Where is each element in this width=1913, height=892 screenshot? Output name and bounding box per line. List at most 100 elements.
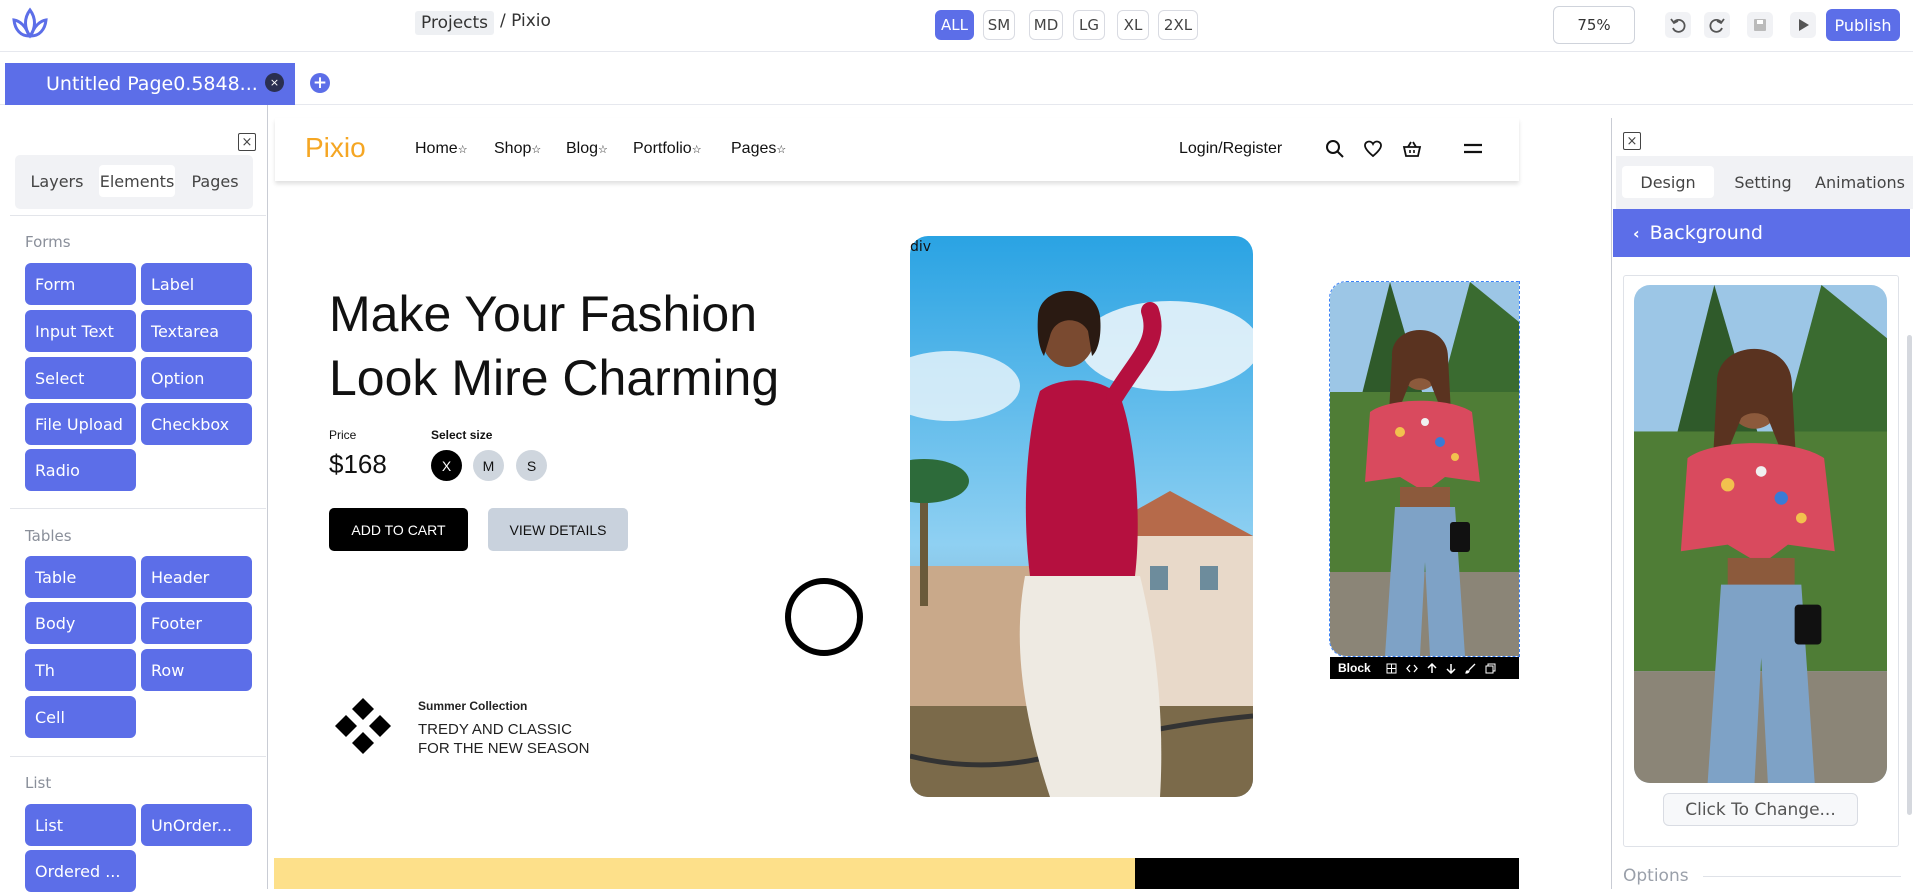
breakpoint-xl-button[interactable]: XL (1117, 10, 1149, 40)
breakpoint-all-button[interactable]: ALL (935, 10, 974, 40)
breakpoint-sm-button[interactable]: SM (983, 10, 1015, 40)
nav-blog[interactable]: Blog☆ (566, 140, 608, 158)
element-option-button[interactable]: Option (141, 357, 252, 399)
section-title-forms: Forms (25, 233, 71, 251)
element-header-button[interactable]: Header (141, 556, 252, 598)
close-panel-icon[interactable]: × (238, 133, 256, 151)
options-divider (1703, 876, 1901, 877)
star-icon: ☆ (457, 144, 468, 156)
background-section-header[interactable]: ‹ Background (1613, 209, 1910, 257)
element-unordered-list-button[interactable]: UnOrder... (141, 804, 252, 846)
preview-button[interactable] (1790, 12, 1816, 38)
divider (10, 215, 266, 216)
breakpoint-lg-button[interactable]: LG (1073, 10, 1105, 40)
element-checkbox-button[interactable]: Checkbox (141, 403, 252, 445)
left-panel-tabs: Layers Elements Pages (15, 155, 253, 209)
brush-icon[interactable] (1465, 663, 1476, 674)
secondary-image[interactable] (1329, 281, 1520, 657)
lotus-logo-icon[interactable] (8, 6, 52, 42)
breakpoint-md-button[interactable]: MD (1029, 10, 1063, 40)
top-toolbar: Projects / Pixio ALL SM MD LG XL 2XL 75%… (0, 0, 1913, 52)
arrow-up-icon[interactable] (1427, 662, 1437, 674)
save-button[interactable] (1747, 12, 1773, 38)
breadcrumb-separator: / (500, 11, 506, 31)
nav-portfolio[interactable]: Portfolio☆ (633, 140, 702, 158)
size-x-option[interactable]: X (431, 450, 462, 481)
grid-icon[interactable] (1386, 663, 1397, 674)
code-icon[interactable] (1405, 663, 1418, 674)
tab-design[interactable]: Design (1622, 166, 1714, 198)
circle-decoration (785, 578, 863, 656)
copy-icon[interactable] (1485, 663, 1496, 674)
arrow-down-icon[interactable] (1446, 663, 1456, 674)
nav-pages-label: Pages (731, 140, 777, 157)
element-textarea-button[interactable]: Textarea (141, 310, 252, 352)
element-input-text-button[interactable]: Input Text (25, 310, 136, 352)
collection-subtitle: TREDY AND CLASSIC FOR THE NEW SEASON (418, 720, 589, 758)
collection-line-2: FOR THE NEW SEASON (418, 740, 590, 757)
star-icon: ☆ (776, 144, 787, 156)
chevron-left-icon[interactable]: ‹ (1633, 224, 1640, 243)
options-label: Options (1623, 866, 1689, 886)
page-tab-label: Untitled Page0.5848... (46, 73, 258, 95)
basket-icon[interactable] (1402, 139, 1422, 159)
search-icon[interactable] (1325, 139, 1345, 159)
undo-icon (1670, 18, 1686, 33)
section-title-tables: Tables (25, 527, 72, 545)
tab-animations[interactable]: Animations (1810, 166, 1910, 198)
price-label: Price (329, 428, 357, 442)
hero-image[interactable] (910, 236, 1253, 797)
tab-setting[interactable]: Setting (1724, 166, 1802, 198)
element-table-button[interactable]: Table (25, 556, 136, 598)
size-s-option[interactable]: S (516, 450, 547, 481)
element-footer-button[interactable]: Footer (141, 602, 252, 644)
size-m-option[interactable]: M (473, 450, 504, 481)
nav-shop[interactable]: Shop☆ (494, 140, 541, 158)
undo-button[interactable] (1665, 12, 1691, 38)
nav-blog-label: Blog (566, 140, 599, 157)
close-style-panel-icon[interactable]: × (1623, 132, 1641, 150)
site-logo[interactable]: Pixio (305, 132, 366, 164)
zoom-input[interactable]: 75% (1553, 6, 1635, 44)
element-select-button[interactable]: Select (25, 357, 136, 399)
element-ordered-list-button[interactable]: Ordered ... (25, 850, 136, 892)
tab-layers[interactable]: Layers (25, 165, 89, 197)
view-details-button[interactable]: VIEW DETAILS (488, 508, 628, 551)
breadcrumb-current-label: Pixio (511, 11, 551, 31)
element-label-button[interactable]: Label (141, 263, 252, 305)
breakpoint-2xl-button[interactable]: 2XL (1158, 10, 1198, 40)
right-panel-scrollbar[interactable] (1907, 335, 1912, 815)
girl-floral-top-image (1330, 282, 1519, 656)
redo-button[interactable] (1704, 12, 1730, 38)
element-row-button[interactable]: Row (141, 649, 252, 691)
add-to-cart-button[interactable]: ADD TO CART (329, 508, 468, 551)
background-preview-photo (1634, 285, 1887, 783)
change-background-button[interactable]: Click To Change... (1663, 793, 1858, 826)
star-icon: ☆ (531, 144, 542, 156)
redo-icon (1709, 18, 1725, 33)
play-icon (1799, 19, 1809, 31)
nav-home[interactable]: Home☆ (415, 140, 468, 158)
element-body-button[interactable]: Body (25, 602, 136, 644)
element-cell-button[interactable]: Cell (25, 696, 136, 738)
heart-icon[interactable] (1363, 139, 1383, 159)
nav-pages[interactable]: Pages☆ (731, 140, 786, 158)
menu-icon[interactable] (1462, 140, 1484, 158)
publish-button[interactable]: Publish (1826, 9, 1900, 41)
login-register-link[interactable]: Login/Register (1179, 140, 1282, 158)
yellow-banner-section (274, 858, 1135, 889)
tab-elements[interactable]: Elements (99, 165, 175, 197)
element-file-upload-button[interactable]: File Upload (25, 403, 136, 445)
section-title-list: List (25, 774, 52, 792)
site-header[interactable]: Pixio Home☆ Shop☆ Blog☆ Portfolio☆ Pages… (275, 118, 1519, 181)
element-form-button[interactable]: Form (25, 263, 136, 305)
element-th-button[interactable]: Th (25, 649, 136, 691)
add-page-icon[interactable]: + (310, 73, 330, 93)
close-tab-icon[interactable]: × (265, 73, 284, 92)
element-list-button[interactable]: List (25, 804, 136, 846)
element-radio-button[interactable]: Radio (25, 449, 136, 491)
background-preview-image (1634, 285, 1887, 783)
breadcrumb-projects[interactable]: Projects (415, 11, 495, 35)
tab-pages[interactable]: Pages (185, 165, 245, 197)
page-tab[interactable]: Untitled Page0.5848... (5, 63, 295, 105)
